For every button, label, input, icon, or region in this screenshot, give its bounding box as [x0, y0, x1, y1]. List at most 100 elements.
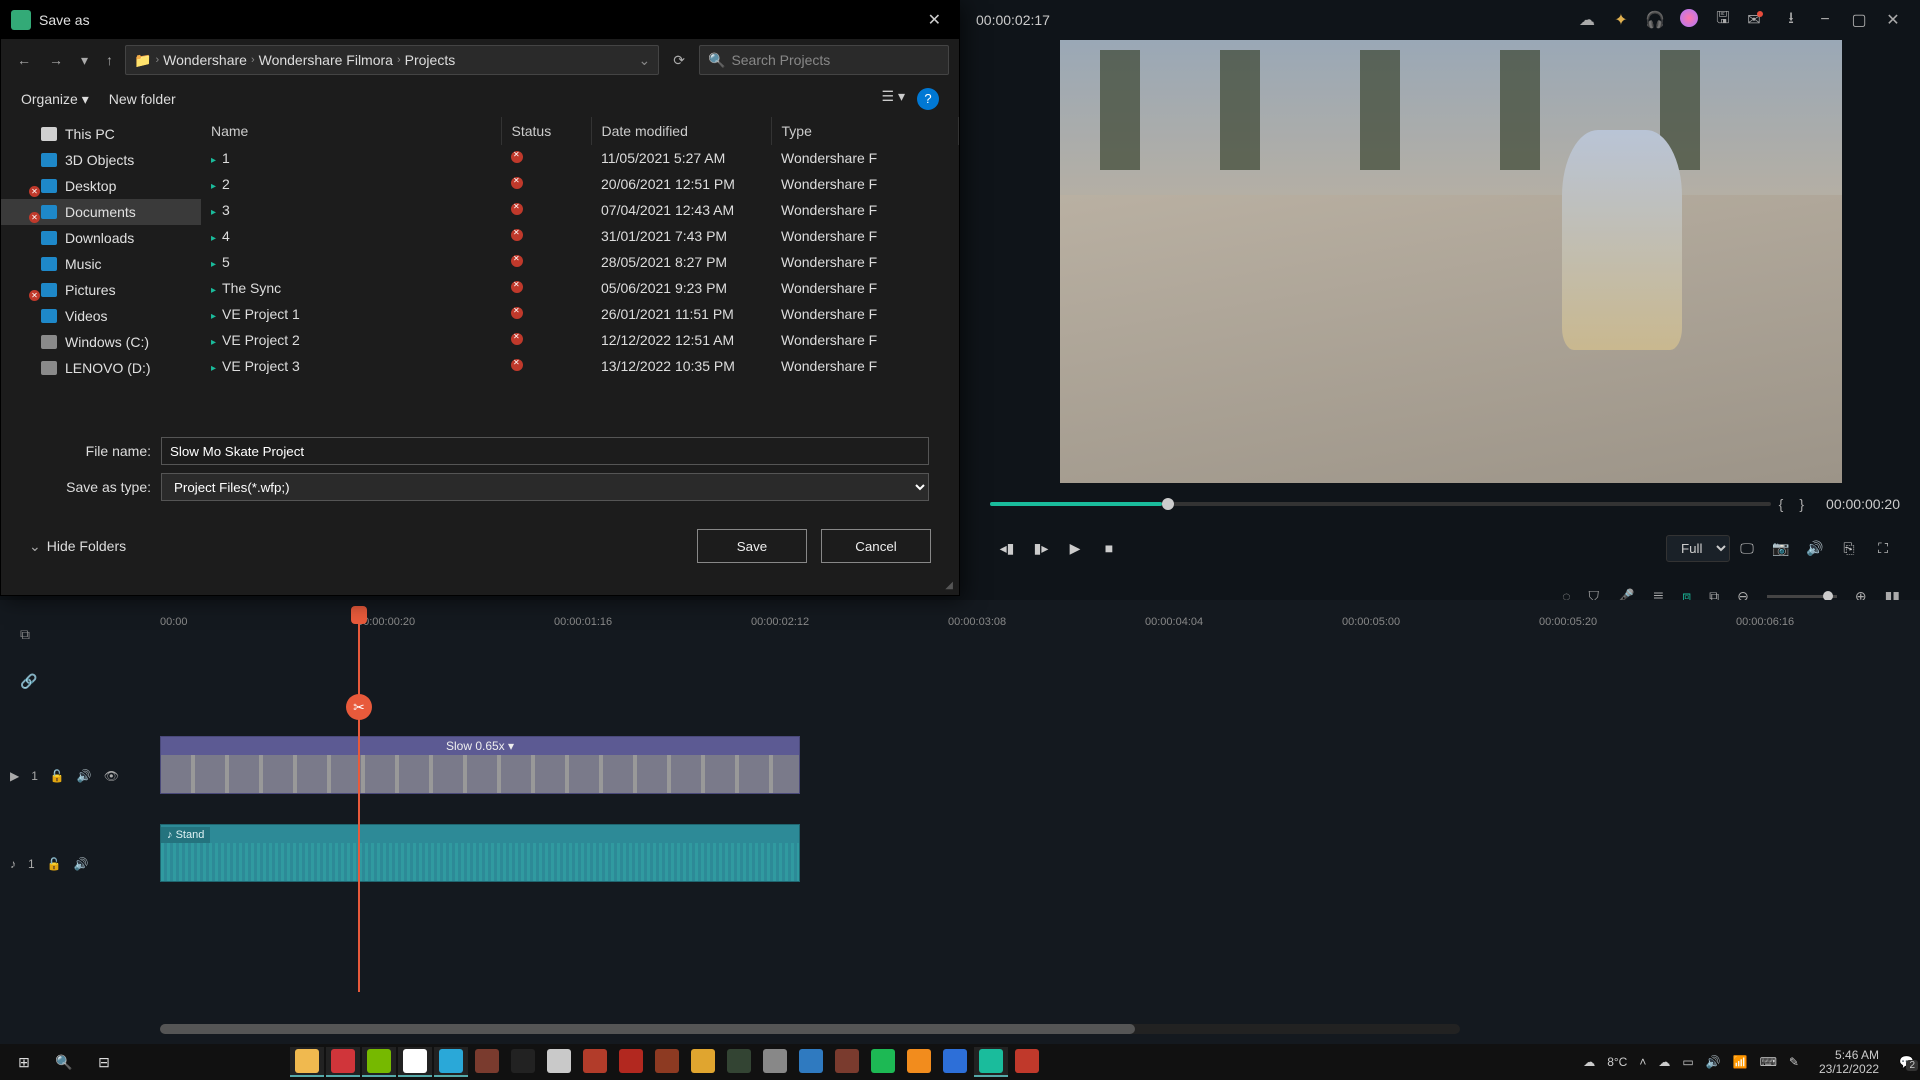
taskbar[interactable]: ⊞ 🔍 ⊟ ☁ 8°C ˄ ☁ ▭ 🔊 📶 ⌨ ✎ 5:46 AM 23/12/…: [0, 1044, 1920, 1080]
taskbar-app[interactable]: [506, 1047, 540, 1077]
search-button[interactable]: 🔍: [46, 1047, 82, 1077]
file-row[interactable]: ▸111/05/2021 5:27 AMWondershare F: [201, 145, 959, 171]
scissors-icon[interactable]: ✂: [346, 694, 372, 720]
breadcrumb-seg[interactable]: Wondershare: [163, 52, 247, 68]
mark-in-button[interactable]: {: [1779, 496, 1784, 512]
lock-icon[interactable]: 🔓: [47, 857, 62, 871]
chevron-down-icon[interactable]: ⌄: [639, 52, 651, 69]
cancel-button[interactable]: Cancel: [821, 529, 931, 563]
clip-speed-label[interactable]: Slow 0.65x ▾: [161, 737, 799, 755]
close-app-icon[interactable]: ✕: [1876, 10, 1910, 30]
file-row[interactable]: ▸The Sync05/06/2021 9:23 PMWondershare F: [201, 275, 959, 301]
col-date[interactable]: Date modified: [591, 117, 771, 145]
tree-node[interactable]: Windows (C:): [1, 329, 201, 355]
col-type[interactable]: Type: [771, 117, 959, 145]
preview-quality-select[interactable]: Full: [1666, 535, 1730, 562]
close-dialog-button[interactable]: ✕: [920, 6, 949, 34]
file-row[interactable]: ▸VE Project 212/12/2022 12:51 AMWondersh…: [201, 327, 959, 353]
taskbar-app[interactable]: [578, 1047, 612, 1077]
link-icon[interactable]: 🔗: [20, 673, 37, 690]
sound-icon[interactable]: 🔊: [1706, 1055, 1721, 1069]
taskbar-app[interactable]: [650, 1047, 684, 1077]
breadcrumb[interactable]: 📁› Wondershare› Wondershare Filmora› Pro…: [125, 45, 659, 75]
file-row[interactable]: ▸431/01/2021 7:43 PMWondershare F: [201, 223, 959, 249]
taskbar-app[interactable]: [326, 1047, 360, 1077]
fullscreen-icon[interactable]: ⛶: [1866, 540, 1900, 557]
taskbar-app[interactable]: [434, 1047, 468, 1077]
language-icon[interactable]: ⌨: [1760, 1055, 1777, 1069]
media-link-icon[interactable]: ⧉: [20, 626, 37, 643]
taskbar-app[interactable]: [1010, 1047, 1044, 1077]
play-button[interactable]: ▶: [1058, 540, 1092, 557]
tree-node[interactable]: Videos: [1, 303, 201, 329]
up-button[interactable]: ↑: [100, 48, 119, 72]
taskbar-app[interactable]: [290, 1047, 324, 1077]
forward-button[interactable]: →: [43, 48, 69, 72]
volume-icon[interactable]: 🔊: [1798, 540, 1832, 557]
minimize-icon[interactable]: −: [1808, 11, 1842, 29]
refresh-button[interactable]: ⟳: [665, 48, 693, 73]
search-input[interactable]: 🔍 Search Projects: [699, 45, 949, 75]
taskbar-app[interactable]: [974, 1047, 1008, 1077]
file-row[interactable]: ▸220/06/2021 12:51 PMWondershare F: [201, 171, 959, 197]
display-icon[interactable]: 🖵: [1730, 540, 1764, 557]
taskbar-app[interactable]: [866, 1047, 900, 1077]
lock-icon[interactable]: 🔓: [50, 769, 65, 783]
taskbar-app[interactable]: [722, 1047, 756, 1077]
save-type-select[interactable]: Project Files(*.wfp;): [161, 473, 929, 501]
save-button[interactable]: Save: [697, 529, 807, 563]
pen-icon[interactable]: ✎: [1789, 1055, 1799, 1069]
headset-icon[interactable]: 🎧: [1638, 10, 1672, 30]
playhead[interactable]: ✂: [358, 612, 360, 992]
prev-frame-button[interactable]: ◂▮: [990, 540, 1024, 557]
file-list[interactable]: Name Status Date modified Type ▸111/05/2…: [201, 117, 959, 427]
audio-clip[interactable]: ♪ Stand: [160, 824, 800, 882]
maximize-icon[interactable]: ▢: [1842, 10, 1876, 30]
mute-icon[interactable]: 🔊: [77, 769, 92, 783]
tree-node[interactable]: LENOVO (D:): [1, 355, 201, 381]
file-name-input[interactable]: [161, 437, 929, 465]
tree-node[interactable]: This PC: [1, 121, 201, 147]
preview-scrubber[interactable]: [990, 502, 1771, 506]
mark-out-button[interactable]: }: [1799, 496, 1804, 512]
timeline-hscroll[interactable]: [160, 1024, 1460, 1034]
taskbar-app[interactable]: [686, 1047, 720, 1077]
tree-node[interactable]: Downloads: [1, 225, 201, 251]
taskbar-app[interactable]: [398, 1047, 432, 1077]
tips-icon[interactable]: ✦: [1604, 10, 1638, 30]
resize-grip-icon[interactable]: ◢: [945, 580, 953, 591]
new-folder-button[interactable]: New folder: [109, 91, 176, 107]
video-clip[interactable]: Slow 0.65x ▾: [160, 736, 800, 794]
task-view-button[interactable]: ⊟: [86, 1047, 122, 1077]
taskbar-app[interactable]: [902, 1047, 936, 1077]
clock[interactable]: 5:46 AM 23/12/2022: [1819, 1048, 1879, 1076]
tree-node[interactable]: Music: [1, 251, 201, 277]
start-button[interactable]: ⊞: [6, 1047, 42, 1077]
audio-track-header[interactable]: ♪ 1 🔓 🔊: [10, 836, 150, 892]
timeline-ruler[interactable]: 00:0000:00:00:2000:00:01:1600:00:02:1200…: [160, 616, 1920, 652]
profile-icon[interactable]: [1672, 9, 1706, 32]
taskbar-app[interactable]: [470, 1047, 504, 1077]
help-button[interactable]: ?: [917, 88, 939, 110]
breadcrumb-seg[interactable]: Projects: [405, 52, 456, 68]
organize-menu[interactable]: Organize ▾: [21, 91, 89, 108]
tree-node[interactable]: ✕Desktop: [1, 173, 201, 199]
snapshot-icon[interactable]: 📷: [1764, 540, 1798, 557]
hide-folders-button[interactable]: Hide Folders: [47, 538, 126, 554]
next-frame-button[interactable]: ▮▸: [1024, 540, 1058, 557]
export-icon[interactable]: ⎘: [1832, 540, 1866, 557]
view-menu[interactable]: ☰ ▾: [882, 88, 905, 110]
download-icon[interactable]: ⭳: [1774, 7, 1808, 34]
taskbar-app[interactable]: [542, 1047, 576, 1077]
file-row[interactable]: ▸VE Project 313/12/2022 10:35 PMWondersh…: [201, 353, 959, 379]
weather-icon[interactable]: ☁: [1583, 1055, 1595, 1069]
zoom-slider[interactable]: [1767, 595, 1837, 598]
onedrive-icon[interactable]: ☁: [1658, 1055, 1670, 1069]
wifi-icon[interactable]: 📶: [1733, 1055, 1748, 1069]
video-track-header[interactable]: ▶ 1 🔓 🔊 👁: [10, 748, 150, 804]
back-button[interactable]: ←: [11, 48, 37, 72]
notifications-button[interactable]: 💬2: [1899, 1055, 1914, 1069]
mail-icon[interactable]: ✉: [1740, 10, 1774, 30]
eye-icon[interactable]: 👁: [104, 769, 119, 783]
save-icon[interactable]: 🖫: [1706, 7, 1740, 34]
